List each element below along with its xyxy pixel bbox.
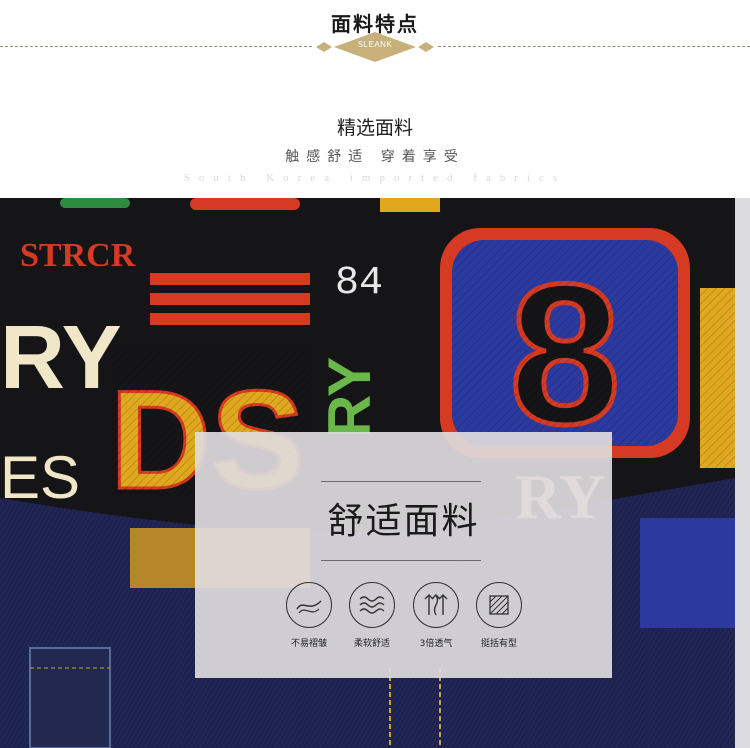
feature-wrinkle-free: 不易褶皱	[279, 582, 339, 649]
comfort-panel: 舒适面料 不易褶皱 柔软舒适 3倍透气 挺括有型	[195, 432, 612, 678]
breathable-arrows-icon	[413, 582, 459, 628]
print-strcr: STRCR	[20, 237, 136, 274]
svg-text:RY: RY	[316, 357, 383, 438]
feature-label: 不易褶皱	[290, 639, 327, 649]
brand-badge: SLEANK	[316, 31, 434, 63]
feature-breathable: 3倍透气	[406, 582, 466, 649]
feature-label: 3倍透气	[419, 639, 453, 649]
tagline: 触感舒适 穿着享受	[285, 149, 465, 165]
wrinkle-wave-icon	[286, 582, 332, 628]
subtitle: 精选面料	[336, 117, 413, 139]
panel-divider-top	[321, 481, 481, 482]
feature-label: 柔软舒适	[353, 639, 390, 649]
shape-hatch-icon	[476, 582, 522, 628]
feature-soft: 柔软舒适	[342, 582, 402, 649]
panel-divider-bottom	[321, 560, 481, 561]
panel-title: 舒适面料	[327, 501, 480, 542]
print-ry: RY	[0, 308, 122, 408]
feature-shape: 挺括有型	[469, 582, 529, 649]
print-84: 84	[335, 261, 383, 306]
fabric-header: 面料特点 SLEANK 精选面料 触感舒适 穿着享受 South Korea i…	[0, 0, 750, 198]
english-caption: South Korea imported fabrics	[183, 172, 567, 184]
badge-text: SLEANK	[357, 40, 393, 49]
divider-left	[0, 46, 312, 47]
soft-waves-icon	[349, 582, 395, 628]
print-es: ES	[0, 444, 80, 511]
divider-right	[438, 46, 750, 47]
feature-label: 挺括有型	[480, 639, 517, 649]
